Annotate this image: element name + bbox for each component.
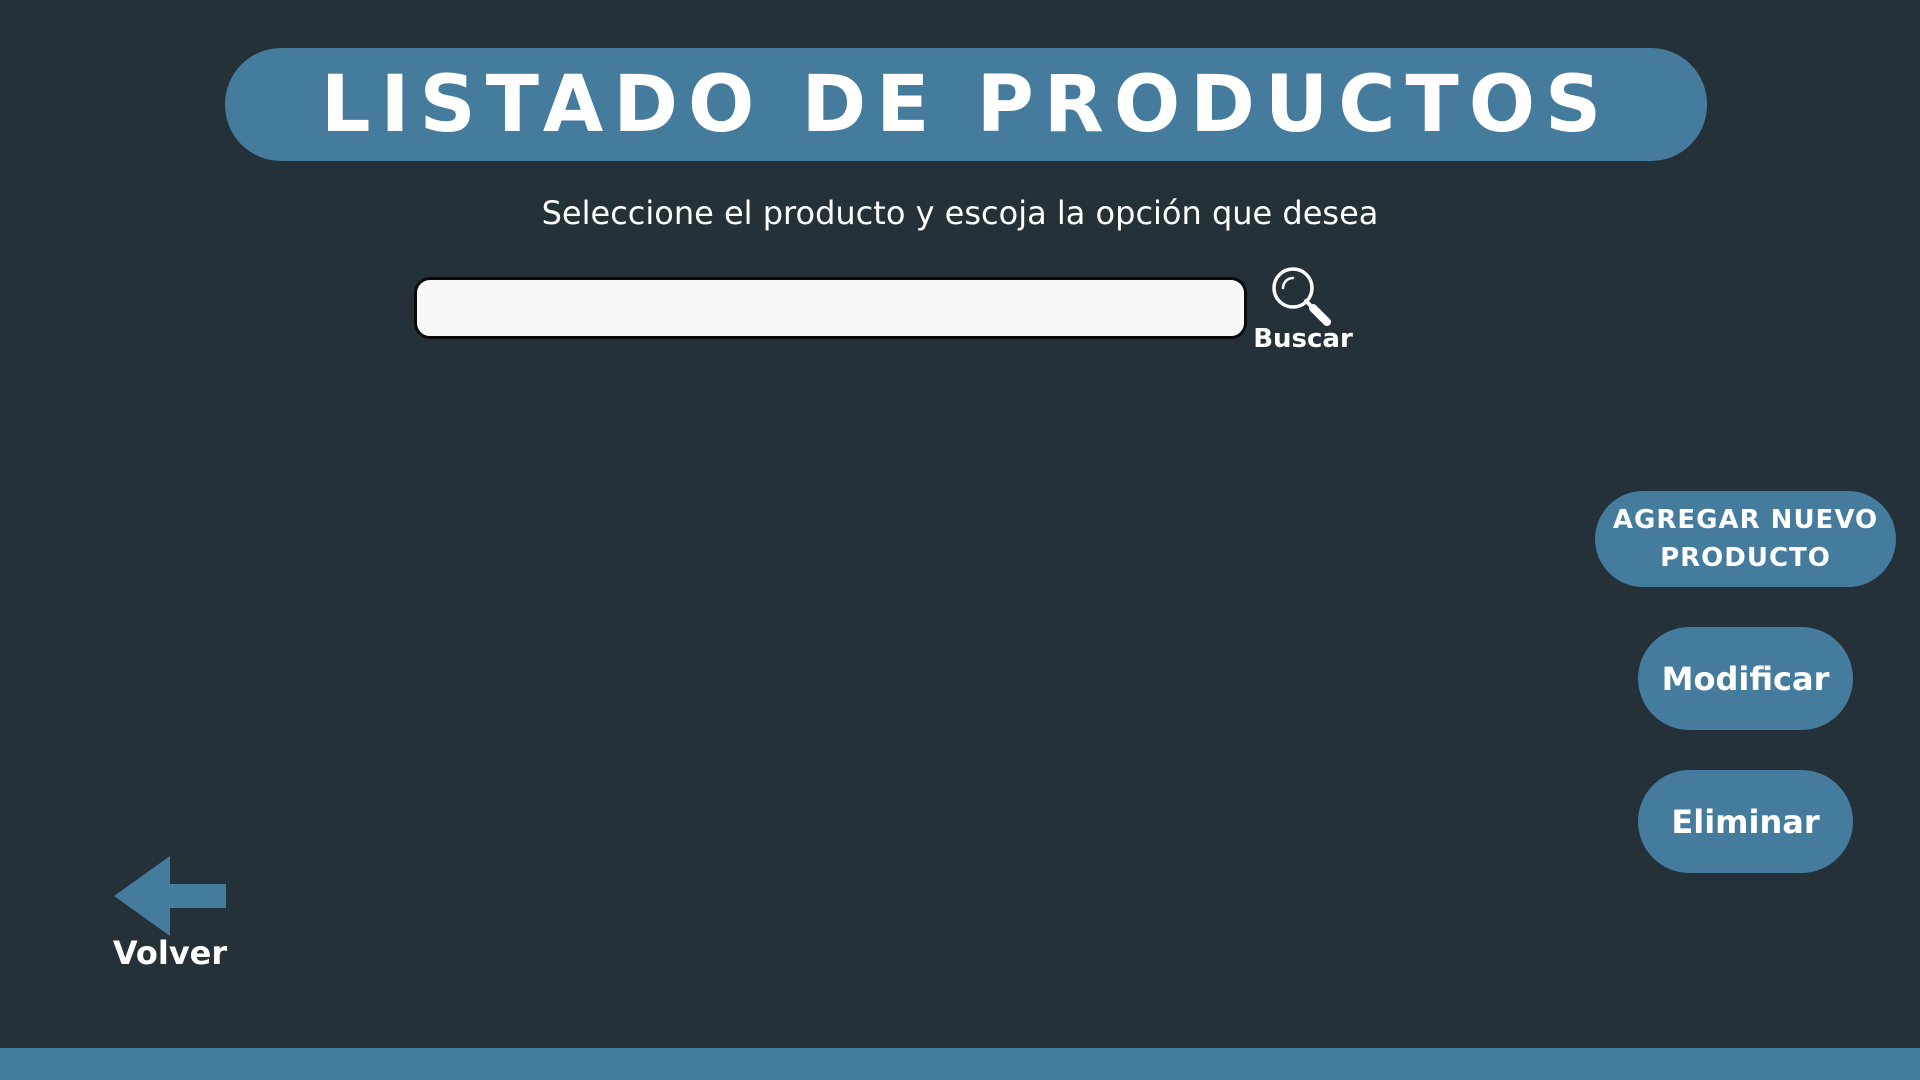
arrow-left-icon	[114, 856, 226, 936]
modify-button-label: Modificar	[1661, 659, 1830, 698]
footer-bar	[0, 1048, 1920, 1080]
page-title: LISTADO DE PRODUCTOS	[320, 59, 1612, 150]
search-button-label: Buscar	[1253, 324, 1353, 354]
add-product-label-line2: PRODUCTO	[1660, 543, 1831, 573]
search-input[interactable]	[414, 277, 1247, 339]
back-button[interactable]: Volver	[110, 852, 230, 972]
add-product-label-line1: AGREGAR NUEVO	[1612, 505, 1879, 535]
title-banner: LISTADO DE PRODUCTOS	[225, 48, 1707, 161]
search-icon	[1272, 267, 1331, 326]
delete-button[interactable]: Eliminar	[1638, 770, 1853, 873]
page-subtitle: Seleccione el producto y escoja la opció…	[541, 194, 1379, 232]
modify-button[interactable]: Modificar	[1638, 627, 1853, 730]
back-button-label: Volver	[112, 934, 228, 972]
delete-button-label: Eliminar	[1671, 802, 1820, 841]
search-button[interactable]: Buscar	[1248, 262, 1358, 357]
add-product-button[interactable]: AGREGAR NUEVO PRODUCTO	[1595, 491, 1896, 587]
product-list-screen: LISTADO DE PRODUCTOS Seleccione el produ…	[0, 0, 1920, 1080]
